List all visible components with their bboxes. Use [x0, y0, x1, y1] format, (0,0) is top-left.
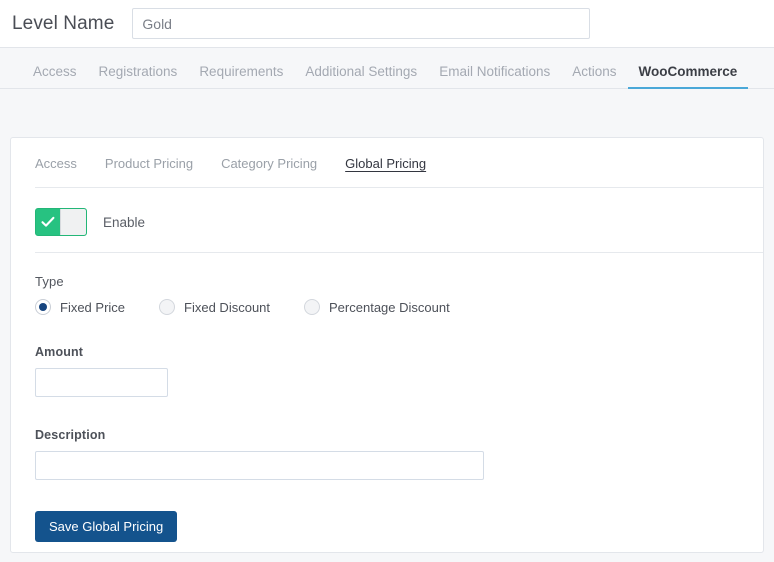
radio-fixed-discount-label: Fixed Discount: [184, 299, 271, 315]
radio-fixed-price-label: Fixed Price: [60, 299, 126, 315]
level-name-input[interactable]: [132, 8, 591, 39]
radio-percentage-discount-icon[interactable]: [304, 299, 321, 315]
enable-divider: [35, 252, 763, 253]
global-pricing-panel: Access Product Pricing Category Pricing …: [10, 137, 764, 553]
level-name-header: Level Name: [0, 0, 774, 48]
radio-fixed-price-icon[interactable]: [35, 299, 51, 315]
tab-email-notifications[interactable]: Email Notifications: [428, 64, 561, 89]
tab-actions[interactable]: Actions: [561, 64, 627, 89]
enable-toggle[interactable]: [35, 208, 87, 236]
tab-woocommerce[interactable]: WooCommerce: [627, 64, 749, 89]
radio-percentage-discount-label: Percentage Discount: [329, 299, 450, 315]
tab-additional-settings[interactable]: Additional Settings: [294, 64, 428, 89]
radio-option-percentage-discount[interactable]: Percentage Discount: [304, 299, 450, 315]
global-pricing-form: Type Fixed Price Fixed Discount Percenta…: [11, 274, 763, 542]
radio-fixed-discount-icon[interactable]: [159, 299, 176, 315]
radio-option-fixed-price[interactable]: Fixed Price: [35, 299, 125, 315]
amount-input[interactable]: [35, 368, 168, 397]
main-tab-bar: Access Registrations Requirements Additi…: [0, 48, 774, 89]
tab-registrations[interactable]: Registrations: [88, 64, 189, 89]
subtab-category-pricing[interactable]: Category Pricing: [221, 156, 317, 171]
type-radio-group: Fixed Price Fixed Discount Percentage Di…: [35, 299, 763, 315]
description-input[interactable]: [35, 451, 484, 480]
page-title: Level Name: [12, 12, 115, 34]
toggle-on-side: [36, 209, 60, 235]
description-label: Description: [35, 428, 106, 442]
radio-option-fixed-discount[interactable]: Fixed Discount: [159, 299, 270, 315]
sub-tab-bar: Access Product Pricing Category Pricing …: [11, 138, 763, 171]
tab-requirements[interactable]: Requirements: [188, 64, 294, 89]
enable-label: Enable: [103, 214, 146, 230]
subtab-product-pricing[interactable]: Product Pricing: [105, 156, 193, 171]
check-icon: [41, 216, 55, 227]
tab-access[interactable]: Access: [22, 64, 88, 89]
subtab-global-pricing[interactable]: Global Pricing: [345, 156, 426, 171]
subtab-access[interactable]: Access: [35, 156, 77, 171]
amount-label: Amount: [35, 345, 84, 359]
enable-row: Enable: [11, 188, 763, 236]
save-global-pricing-button[interactable]: Save Global Pricing: [35, 511, 178, 542]
toggle-knob[interactable]: [60, 209, 86, 235]
type-label: Type: [35, 274, 64, 289]
